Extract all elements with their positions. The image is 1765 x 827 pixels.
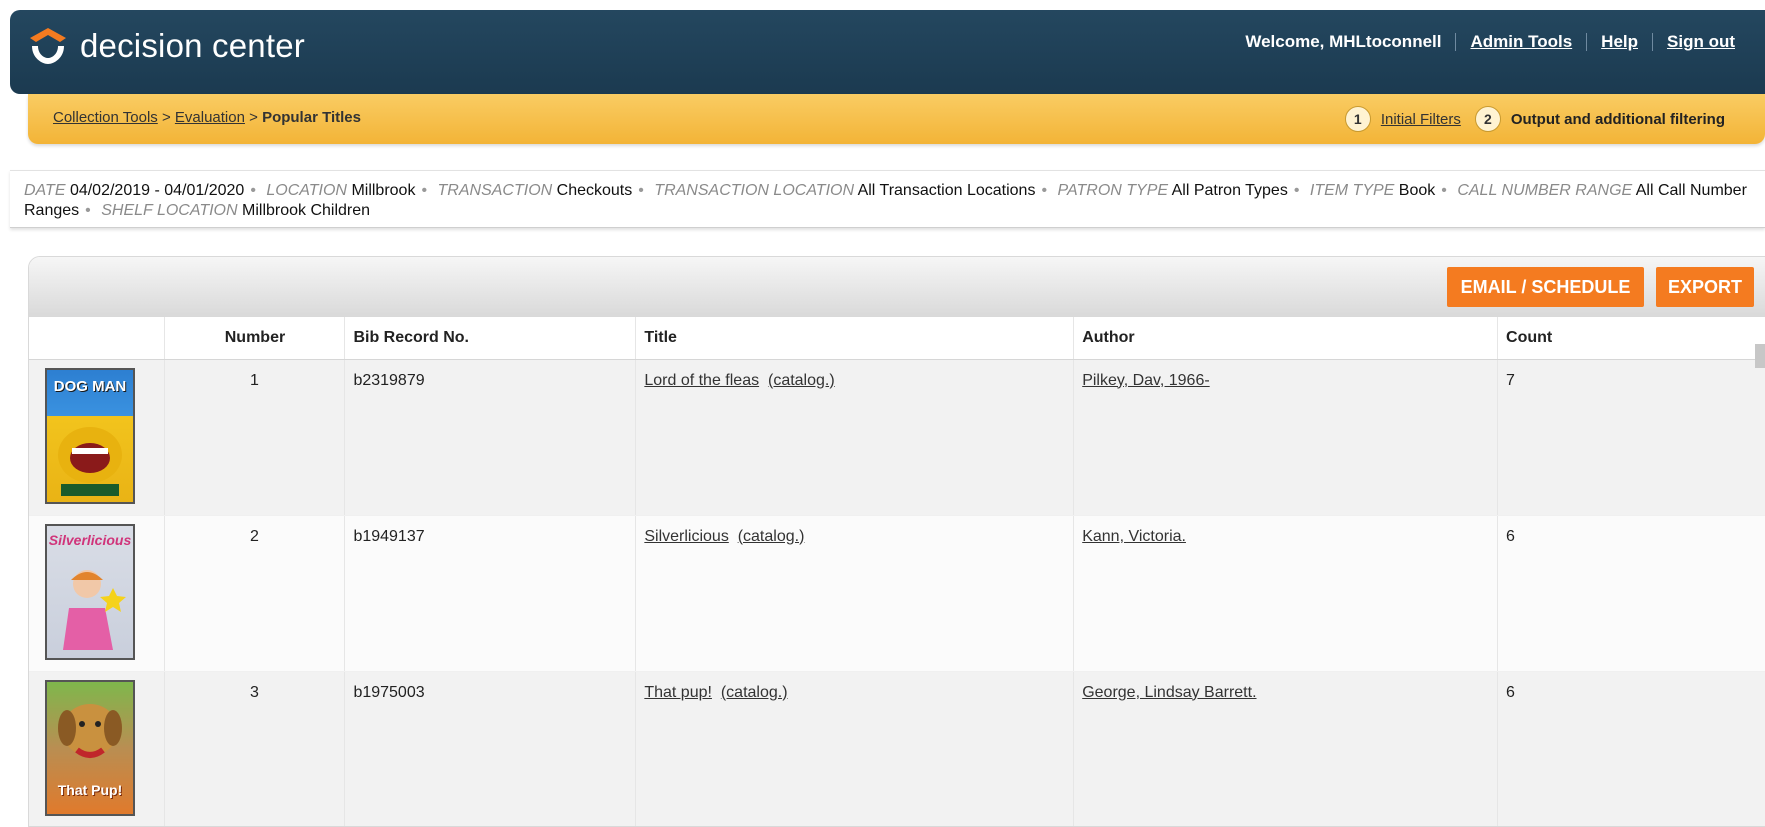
bib-cell: b1975003 (344, 671, 637, 826)
results-panel: EMAIL / SCHEDULE EXPORT Number Bib Recor… (28, 256, 1765, 827)
column-header-count[interactable]: Count (1497, 317, 1765, 360)
vertical-scrollbar[interactable] (1755, 320, 1765, 805)
author-cell: Kann, Victoria. (1073, 515, 1499, 672)
filter-item: TRANSACTION LOCATION All Transaction Loc… (654, 182, 1036, 199)
step-number-1: 1 (1344, 106, 1371, 132)
export-button[interactable]: EXPORT (1656, 267, 1754, 307)
title-cell: That pup! (catalog.) (635, 671, 1075, 826)
sign-out-link[interactable]: Sign out (1667, 32, 1735, 52)
cover-title-text: That Pup! (57, 781, 123, 798)
scrollbar-thumb[interactable] (1755, 344, 1765, 368)
cover-cell: Silverlicious (29, 515, 166, 672)
filter-item: PATRON TYPE All Patron Types (1057, 182, 1288, 199)
author-link[interactable]: Pilkey, Dav, 1966- (1082, 372, 1209, 389)
title-link[interactable]: That pup! (644, 684, 712, 701)
breadcrumb-separator: > (249, 109, 258, 126)
table-row: DOG MAN 1 b2319879 Lord of the fleas (ca… (29, 359, 1765, 516)
title-cell: Silverlicious (catalog.) (635, 515, 1075, 672)
count-cell: 7 (1497, 359, 1765, 516)
divider (1586, 33, 1588, 51)
breadcrumb: Collection Tools > Evaluation > Popular … (53, 109, 361, 126)
cover-art-icon (58, 426, 122, 496)
table-row: That Pup! 3 b1975003 That pup! (catalog.… (29, 671, 1765, 826)
help-link[interactable]: Help (1601, 32, 1638, 52)
catalog-link[interactable]: (catalog.) (721, 684, 788, 701)
results-table: Number Bib Record No. Title Author Count… (29, 317, 1765, 826)
book-cover-image: Silverlicious (45, 523, 135, 660)
count-cell: 6 (1497, 515, 1765, 672)
cover-cell: DOG MAN (29, 359, 166, 516)
title-link[interactable]: Lord of the fleas (644, 372, 759, 389)
cover-cell: That Pup! (29, 671, 166, 826)
divider (1652, 33, 1654, 51)
panel-toolbar: EMAIL / SCHEDULE EXPORT (29, 257, 1765, 317)
catalog-link[interactable]: (catalog.) (738, 528, 805, 545)
count-cell: 6 (1497, 671, 1765, 826)
filter-item: TRANSACTION Checkouts (437, 182, 633, 199)
book-cover-image: DOG MAN (45, 367, 135, 504)
decision-center-logo-icon (30, 28, 66, 64)
title-link[interactable]: Silverlicious (644, 528, 728, 545)
author-cell: George, Lindsay Barrett. (1073, 671, 1499, 826)
breadcrumb-bar: Collection Tools > Evaluation > Popular … (28, 94, 1765, 144)
catalog-link[interactable]: (catalog.) (768, 372, 835, 389)
author-link[interactable]: Kann, Victoria. (1082, 528, 1186, 545)
cover-title-text: Silverlicious (48, 531, 132, 548)
table-header-row: Number Bib Record No. Title Author Count (29, 317, 1765, 360)
logo-text: decision center (80, 27, 305, 64)
author-cell: Pilkey, Dav, 1966- (1073, 359, 1499, 516)
cover-art-icon (58, 703, 122, 758)
column-header-author[interactable]: Author (1073, 317, 1499, 360)
filter-item: DATE 04/02/2019 - 04/01/2020 (24, 182, 245, 199)
admin-tools-link[interactable]: Admin Tools (1470, 32, 1572, 52)
step-output-label: Output and additional filtering (1510, 110, 1725, 128)
top-links: Welcome, MHLtoconnell Admin Tools Help S… (1245, 32, 1735, 52)
divider (1455, 33, 1457, 51)
filter-item: LOCATION Millbrook (266, 182, 416, 199)
breadcrumb-separator: > (161, 109, 171, 126)
book-cover-image: That Pup! (45, 679, 135, 816)
number-cell: 3 (164, 671, 346, 826)
author-link[interactable]: George, Lindsay Barrett. (1082, 684, 1256, 701)
column-header-number[interactable]: Number (164, 317, 346, 360)
table-row: Silverlicious 2 b1949137 Silverlicious (… (29, 515, 1765, 672)
step-initial-filters-link[interactable]: Initial Filters (1381, 111, 1461, 128)
breadcrumb-evaluation[interactable]: Evaluation (175, 109, 245, 126)
filter-item: ITEM TYPE Book (1309, 182, 1436, 199)
filter-item: SHELF LOCATION Millbrook Children (101, 202, 371, 219)
column-header-title[interactable]: Title (635, 317, 1075, 360)
app-header: decision center Welcome, MHLtoconnell Ad… (10, 10, 1765, 94)
email-schedule-button[interactable]: EMAIL / SCHEDULE (1447, 267, 1644, 307)
bib-cell: b1949137 (344, 515, 637, 672)
logo[interactable]: decision center (26, 24, 305, 68)
filter-summary: DATE 04/02/2019 - 04/01/2020 • LOCATION M… (10, 170, 1765, 228)
number-cell: 1 (164, 359, 346, 516)
column-header-cover (29, 317, 166, 360)
bib-cell: b2319879 (344, 359, 637, 516)
number-cell: 2 (164, 515, 346, 672)
breadcrumb-collection-tools[interactable]: Collection Tools (53, 109, 158, 126)
step-number-2: 2 (1474, 106, 1501, 132)
column-header-bib[interactable]: Bib Record No. (344, 317, 637, 360)
cover-art-icon (63, 569, 126, 650)
wizard-steps: 1 Initial Filters 2 Output and additiona… (1344, 106, 1725, 132)
title-cell: Lord of the fleas (catalog.) (635, 359, 1075, 516)
cover-title-text: DOG MAN (53, 377, 127, 395)
welcome-text: Welcome, MHLtoconnell (1245, 32, 1442, 51)
breadcrumb-current: Popular Titles (262, 109, 361, 126)
